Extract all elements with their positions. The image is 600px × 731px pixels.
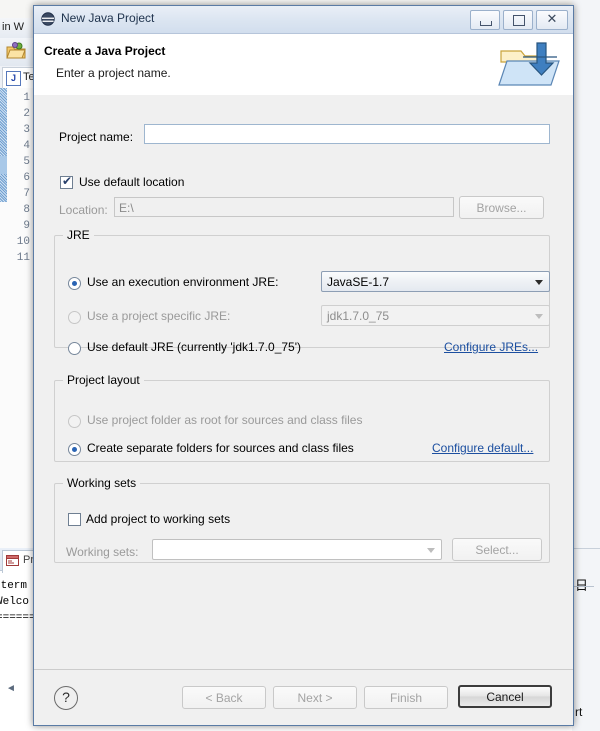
console-line: Welco [0,596,30,608]
ide-right-edge [572,0,600,731]
radio-execution-environment-jre[interactable] [68,277,81,290]
select-working-sets-button[interactable]: Select... [452,538,542,561]
line-number: 11 [16,252,30,264]
open-folder-icon[interactable] [6,42,26,60]
line-number: 8 [23,204,30,216]
line-number: 4 [23,140,30,152]
line-number: 3 [23,124,30,136]
fold-indicator-bar[interactable] [0,156,7,174]
console-line: ====== [0,612,36,624]
minimize-button[interactable] [470,10,500,30]
line-number: 10 [16,236,30,248]
project-specific-jre-combo-value: jdk1.7.0_75 [327,309,390,323]
ide-line-number-gutter: 1 2 3 4 5 6 7 8 9 10 11 [0,88,37,548]
java-wizard-icon [41,12,55,26]
ide-right-separator [572,548,600,549]
fold-indicator-bar[interactable] [0,88,7,156]
checkmark-icon: ✔ [62,174,73,188]
line-number: 2 [23,108,30,120]
fold-indicator-bar[interactable] [0,174,7,202]
jre-group-title: JRE [63,228,94,242]
project-name-input[interactable] [144,124,550,144]
next-button[interactable]: Next > [273,686,357,709]
radio-separate-folders[interactable] [68,443,81,456]
close-button[interactable]: ✕ [536,10,568,30]
java-file-icon: J [6,71,21,86]
execution-environment-combo-value: JavaSE-1.7 [327,275,390,289]
finish-button[interactable]: Finish [364,686,448,709]
maximize-button[interactable] [503,10,533,30]
page-title: Create a Java Project [44,44,166,58]
working-sets-group-title: Working sets [63,476,141,490]
chevron-down-icon [535,314,543,319]
add-project-to-working-sets-checkbox[interactable] [68,513,81,526]
ide-menu-label[interactable]: in W [2,21,24,33]
project-layout-group-title: Project layout [63,373,144,387]
working-sets-label: Working sets: [66,545,139,559]
new-java-project-dialog: New Java Project ✕ Create a Java Project… [33,5,574,726]
radio-separate-folders-label[interactable]: Create separate folders for sources and … [87,441,354,455]
dialog-body: Project name: ✔ Use default location Loc… [34,95,573,670]
use-default-location-label[interactable]: Use default location [79,175,184,189]
radio-selected-dot [72,281,77,286]
back-button[interactable]: < Back [182,686,266,709]
close-icon: ✕ [546,12,558,27]
working-sets-combo[interactable] [152,539,442,560]
line-number: 5 [23,156,30,168]
console-line: xterm [0,580,28,592]
radio-execution-environment-jre-label[interactable]: Use an execution environment JRE: [87,275,278,289]
window-controls: ✕ [470,10,568,30]
line-number: 6 [23,172,30,184]
dialog-title: New Java Project [61,11,155,25]
line-number: 1 [23,92,30,104]
execution-environment-combo[interactable]: JavaSE-1.7 [321,271,550,292]
chevron-down-icon [535,280,543,285]
scroll-left-arrow-icon[interactable]: ◄ [6,683,16,694]
configure-default-link[interactable]: Configure default... [432,441,533,455]
dialog-header: Create a Java Project Enter a project na… [34,34,573,96]
radio-project-specific-jre[interactable] [68,311,81,324]
location-input[interactable]: E:\ [114,197,454,217]
dialog-footer: ? < Back Next > Finish Cancel [34,669,573,725]
page-subtitle: Enter a project name. [56,66,171,80]
help-button[interactable]: ? [54,686,78,710]
ide-right-glyph: 日 [575,578,589,593]
project-specific-jre-combo[interactable]: jdk1.7.0_75 [321,305,550,326]
radio-selected-dot [72,447,77,452]
radio-project-folder-root[interactable] [68,415,81,428]
line-number: 9 [23,220,30,232]
add-project-to-working-sets-label[interactable]: Add project to working sets [86,512,230,526]
console-icon [6,554,19,567]
ide-right-bottom-label: rt [575,705,583,719]
new-java-project-banner-icon [493,39,565,91]
radio-project-folder-root-label[interactable]: Use project folder as root for sources a… [87,413,362,427]
project-name-label: Project name: [59,130,134,144]
use-default-location-checkbox[interactable]: ✔ [60,174,73,189]
radio-default-jre[interactable] [68,342,81,355]
configure-jres-link[interactable]: Configure JREs... [444,340,538,354]
cancel-button[interactable]: Cancel [458,685,552,708]
chevron-down-icon [427,548,435,553]
radio-project-specific-jre-label[interactable]: Use a project specific JRE: [87,309,230,323]
ide-right-rule [572,586,594,587]
dialog-title-bar[interactable]: New Java Project ✕ [34,6,573,34]
location-label: Location: [59,203,108,217]
radio-default-jre-label[interactable]: Use default JRE (currently 'jdk1.7.0_75'… [87,340,301,354]
browse-button[interactable]: Browse... [459,196,544,219]
line-number: 7 [23,188,30,200]
